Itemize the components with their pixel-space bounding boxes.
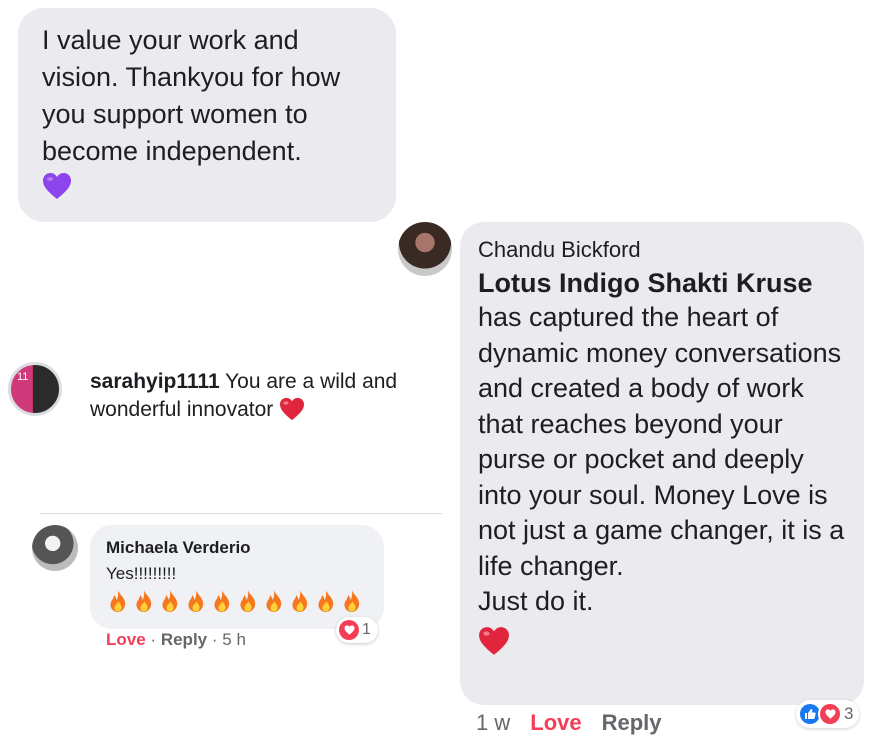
comment-bubble: Chandu Bickford Lotus Indigo Shakti Krus… [460, 222, 864, 705]
comment-closing: Just do it. [478, 586, 594, 616]
reaction-summary[interactable]: 3 [796, 700, 860, 728]
separator: · [211, 630, 218, 649]
fire-icon [262, 589, 286, 613]
fire-icon [132, 589, 156, 613]
reply-button[interactable]: Reply [161, 630, 207, 649]
reaction-count: 3 [844, 704, 854, 723]
comment-time[interactable]: 1 w [476, 708, 510, 738]
avatar-badge: 11 [17, 371, 29, 383]
fire-emoji-row [106, 589, 368, 613]
divider [40, 513, 442, 514]
fire-icon [158, 589, 182, 613]
message-bubble: I value your work and vision. Thankyou f… [18, 8, 396, 222]
fire-icon [210, 589, 234, 613]
message-text: I value your work and vision. Thankyou f… [42, 25, 341, 166]
comment-actions: 1 w Love Reply [476, 708, 662, 738]
comment-text: Yes!!!!!!!!! [106, 564, 177, 583]
comment-text: has captured the heart of dynamic money … [478, 302, 845, 581]
like-icon [800, 704, 820, 724]
purple-heart-icon [42, 172, 72, 210]
avatar[interactable] [32, 525, 78, 571]
love-button[interactable]: Love [530, 708, 581, 738]
comment-bubble: Michaela Verderio Yes!!!!!!!!! [90, 525, 384, 629]
love-reaction-icon [339, 620, 359, 640]
love-button[interactable]: Love [106, 630, 146, 649]
separator: · [150, 630, 157, 649]
red-heart-icon [279, 397, 305, 421]
fire-icon [314, 589, 338, 613]
reaction-count: 1 [362, 621, 371, 638]
reply-button[interactable]: Reply [602, 708, 662, 738]
avatar[interactable]: 11 [8, 362, 62, 416]
love-reaction-icon [818, 702, 842, 726]
comment-text: sarahyip1111 You are a wild and wonderfu… [90, 368, 430, 424]
comment-time[interactable]: 5 h [222, 630, 246, 649]
fire-icon [236, 589, 260, 613]
fire-icon [288, 589, 312, 613]
comment-author[interactable]: Michaela Verderio [106, 537, 368, 559]
avatar[interactable] [398, 222, 452, 276]
reaction-summary[interactable]: 1 [336, 617, 378, 643]
comment-username[interactable]: sarahyip1111 [90, 370, 220, 393]
mention-link[interactable]: Lotus Indigo Shakti Kruse [478, 266, 846, 300]
comment-author[interactable]: Chandu Bickford [478, 236, 846, 264]
red-heart-icon [478, 626, 846, 661]
fire-icon [184, 589, 208, 613]
fire-icon [106, 589, 130, 613]
comment-actions: Love · Reply · 5 h [106, 628, 246, 652]
fire-icon [340, 589, 364, 613]
